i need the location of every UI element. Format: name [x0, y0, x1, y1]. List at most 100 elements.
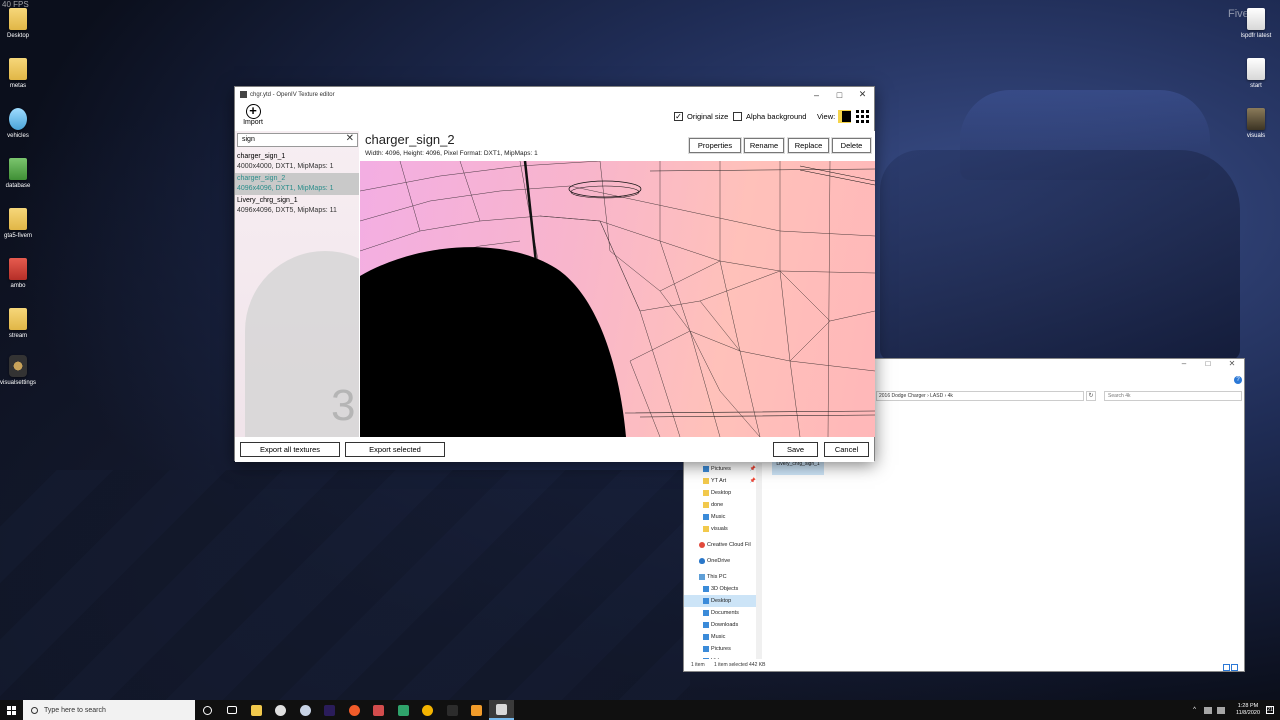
clear-search-icon[interactable]: ✕: [346, 133, 354, 144]
desktop-icon[interactable]: ambo: [0, 258, 40, 290]
origin-taskbar-button[interactable]: [342, 700, 367, 720]
maximize-icon[interactable]: □: [828, 90, 851, 100]
properties-button[interactable]: Properties: [689, 138, 741, 153]
nav-item[interactable]: Music: [684, 631, 762, 643]
nav-item[interactable]: done: [684, 499, 762, 511]
steam-taskbar-button[interactable]: [293, 700, 318, 720]
folder-icon: [9, 208, 27, 230]
notifications-icon[interactable]: 21: [1266, 706, 1274, 714]
nav-item-label: Pictures: [711, 466, 731, 472]
file-explorer-icon: [250, 704, 262, 716]
openiv-taskbar-button[interactable]: [489, 700, 514, 720]
nav-item[interactable]: This PC: [684, 571, 762, 583]
texture-search-input[interactable]: sign ✕: [237, 133, 358, 147]
chrome-taskbar-button[interactable]: [416, 700, 441, 720]
file-explorer-taskbar-button[interactable]: [244, 700, 269, 720]
details-view-icon[interactable]: [1223, 664, 1230, 671]
maximize-icon[interactable]: □: [1196, 359, 1220, 373]
openiv-texture-editor-window[interactable]: chgr.ytd - OpenIV Texture editor – □ ✕ +…: [234, 86, 875, 462]
desktop-icon[interactable]: database: [0, 158, 40, 190]
nav-item[interactable]: Pictures 📌: [684, 463, 762, 475]
texture-list-item[interactable]: Livery_chrg_sign_1 4096x4096, DXT5, MipMa…: [235, 195, 359, 217]
delete-button[interactable]: Delete: [832, 138, 871, 153]
excel-taskbar-button[interactable]: [440, 700, 465, 720]
grid-view-icon[interactable]: [856, 110, 869, 123]
nav-item[interactable]: OneDrive: [684, 555, 762, 567]
address-bar[interactable]: 2016 Dodge Charger › LASD › 4k: [876, 391, 1084, 401]
nav-item[interactable]: Creative Cloud Fil: [684, 539, 762, 551]
close-icon[interactable]: ✕: [1220, 359, 1244, 373]
oiv-toolbar: + Import ✓ Original size Alpha backgroun…: [235, 102, 874, 130]
nav-item[interactable]: Documents: [684, 607, 762, 619]
save-button[interactable]: Save: [773, 442, 818, 457]
nav-item[interactable]: 3D Objects: [684, 583, 762, 595]
close-icon[interactable]: ✕: [851, 89, 874, 100]
desktop-icon[interactable]: visualsettings: [0, 355, 40, 387]
explorer-view-buttons[interactable]: [1222, 662, 1240, 671]
folder-icon: [703, 502, 709, 508]
desktop-icon[interactable]: Desktop: [0, 8, 40, 40]
nav-item[interactable]: Music: [684, 511, 762, 523]
minimize-icon[interactable]: –: [805, 90, 828, 100]
explorer-search-input[interactable]: Search 4k: [1104, 391, 1242, 401]
folder-icon: [703, 478, 709, 484]
premiere-taskbar-button[interactable]: [318, 700, 343, 720]
desktop-icon-label: stream: [8, 333, 28, 339]
fivem-taskbar-button[interactable]: [465, 700, 490, 720]
desktop-icon[interactable]: gta5-fivem: [0, 208, 40, 240]
desktop-icon[interactable]: vehicles: [0, 108, 40, 140]
nav-item-label: done: [711, 502, 724, 508]
large-icons-view-icon[interactable]: [1231, 664, 1238, 671]
tray-overflow-icon[interactable]: ^: [1193, 707, 1196, 713]
nav-item[interactable]: Desktop: [684, 487, 762, 499]
taskbar-search-box[interactable]: Type here to search: [23, 700, 195, 720]
search-icon: [31, 706, 38, 714]
plus-circle-icon: +: [245, 104, 261, 119]
desktop-icon-label: visuals: [1246, 133, 1266, 139]
volume-icon[interactable]: [1216, 706, 1225, 714]
refresh-icon[interactable]: ↻: [1086, 391, 1096, 401]
rockstar-taskbar-button[interactable]: [269, 700, 294, 720]
original-size-checkbox[interactable]: ✓ Original size: [674, 112, 728, 121]
desktop-icon[interactable]: metas: [0, 58, 40, 90]
alpha-background-checkbox[interactable]: Alpha background: [733, 112, 806, 121]
desktop-icon[interactable]: lspdfr latest: [1234, 8, 1278, 40]
snip-taskbar-button[interactable]: [367, 700, 392, 720]
task-view-taskbar-button[interactable]: [220, 700, 245, 720]
nav-item[interactable]: Desktop: [684, 595, 762, 607]
clock[interactable]: 1:28 PM 11/8/2020: [1236, 703, 1260, 717]
folder-icon: [9, 58, 27, 80]
desktop-icon[interactable]: start: [1234, 58, 1278, 90]
status-item-count: 1 item: [691, 662, 705, 668]
desktop-icon[interactable]: stream: [0, 308, 40, 340]
desktop-icon-label: database: [5, 183, 31, 189]
sheets-taskbar-button[interactable]: [391, 700, 416, 720]
minimize-icon[interactable]: –: [1172, 359, 1196, 373]
nav-item[interactable]: YT Art 📌: [684, 475, 762, 487]
list-view-icon[interactable]: [838, 110, 851, 123]
nav-item[interactable]: Downloads: [684, 619, 762, 631]
network-icon[interactable]: [1203, 706, 1212, 714]
nav-item[interactable]: Pictures: [684, 643, 762, 655]
oiv-titlebar[interactable]: chgr.ytd - OpenIV Texture editor – □ ✕: [235, 87, 874, 102]
navigation-scrollbar[interactable]: [756, 463, 762, 659]
cancel-button[interactable]: Cancel: [824, 442, 869, 457]
import-button[interactable]: + Import: [241, 104, 265, 126]
steam-icon: [299, 704, 311, 716]
status-selected: 1 item selected 442 KB: [714, 662, 766, 668]
texture-list-item[interactable]: charger_sign_2 4096x4096, DXT1, MipMaps: …: [235, 173, 359, 195]
nav-item[interactable]: visuals: [684, 523, 762, 535]
export-all-textures-button[interactable]: Export all textures: [240, 442, 340, 457]
help-icon[interactable]: ?: [1234, 376, 1242, 384]
start-button[interactable]: [0, 700, 23, 720]
replace-button[interactable]: Replace: [788, 138, 829, 153]
blue-icon: [703, 658, 709, 659]
texture-list-panel: 3 sign ✕ charger_sign_1 4000x4000, DXT1, …: [235, 131, 359, 437]
texture-list-item[interactable]: charger_sign_1 4000x4000, DXT1, MipMaps: …: [235, 151, 359, 173]
nav-item[interactable]: Videos: [684, 655, 762, 659]
desktop-icon[interactable]: visuals: [1234, 108, 1278, 140]
export-selected-button[interactable]: Export selected: [345, 442, 445, 457]
cortana-taskbar-button[interactable]: [195, 700, 220, 720]
texture-preview[interactable]: [360, 161, 875, 437]
rename-button[interactable]: Rename: [744, 138, 784, 153]
